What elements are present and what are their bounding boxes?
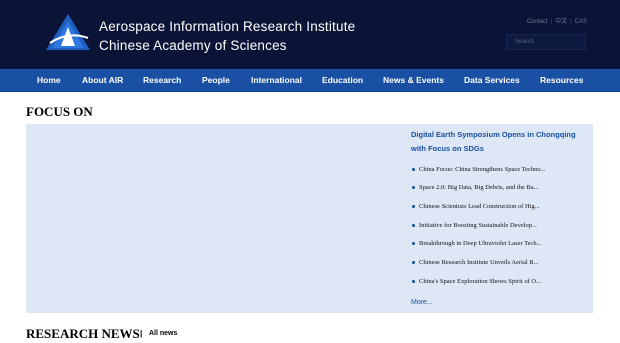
news-list-item[interactable]: Chinese Scientists Lead Construction of …: [412, 203, 540, 210]
nav-item-people[interactable]: People: [202, 69, 230, 92]
chinese-link[interactable]: 中文: [555, 19, 567, 25]
bullet-icon: [412, 205, 415, 209]
air-logo-icon[interactable]: [44, 13, 92, 51]
more-link[interactable]: More...: [411, 299, 433, 306]
nav-item-about-air[interactable]: About AIR: [82, 69, 123, 92]
nav-item-international[interactable]: International: [251, 69, 302, 92]
institute-name-line1: Aerospace Information Research Institute: [99, 19, 356, 34]
news-item-title: Initiative for Boosting Sustainable Deve…: [419, 222, 537, 229]
institute-name: Aerospace Information Research Institute…: [99, 17, 355, 55]
bullet-icon: [412, 224, 415, 228]
nav-item-resources[interactable]: Resources: [540, 69, 583, 92]
top-link-separator: |: [550, 19, 553, 25]
title-separator: |: [140, 329, 143, 338]
nav-item-news-events[interactable]: News & Events: [383, 69, 444, 92]
news-item-title: China Focus: China Strengthens Space Tec…: [419, 166, 546, 173]
research-news-title: RESEARCH NEWS: [26, 326, 140, 341]
news-item-title: Breakthrough in Deep Ultraviolet Laser T…: [419, 240, 542, 247]
bullet-icon: [412, 242, 415, 246]
bullet-icon: [412, 280, 415, 284]
news-list-item[interactable]: Space 2.0: Big Data, Big Debris, and the…: [412, 184, 539, 191]
news-list-item[interactable]: China Focus: China Strengthens Space Tec…: [412, 166, 546, 173]
site-header: Aerospace Information Research Institute…: [0, 0, 620, 69]
nav-item-research[interactable]: Research: [143, 69, 181, 92]
news-item-title: Chinese Research Institute Unveils Aeria…: [419, 259, 539, 266]
nav-item-education[interactable]: Education: [322, 69, 363, 92]
top-links: Contact | 中文 | CAS: [527, 16, 587, 25]
top-link-separator: |: [570, 19, 572, 25]
contact-link[interactable]: Contact: [527, 19, 548, 25]
news-item-title: Chinese Scientists Lead Construction of …: [419, 203, 540, 210]
search-input[interactable]: Search: [506, 34, 586, 50]
focus-headline-link[interactable]: Digital Earth Symposium Opens in Chongqi…: [411, 128, 591, 156]
nav-item-home[interactable]: Home: [37, 69, 61, 92]
bullet-icon: [412, 261, 415, 265]
news-list-item[interactable]: Chinese Research Institute Unveils Aeria…: [412, 259, 539, 266]
all-news-link[interactable]: All news: [149, 330, 177, 337]
bullet-icon: [412, 186, 415, 190]
focus-section-title: FOCUS ON: [26, 104, 93, 119]
main-nav: Home About AIR Research People Internati…: [0, 69, 620, 92]
institute-name-line2: Chinese Academy of Sciences: [99, 38, 287, 53]
news-item-title: Space 2.0: Big Data, Big Debris, and the…: [419, 184, 539, 191]
news-list-item[interactable]: Breakthrough in Deep Ultraviolet Laser T…: [412, 240, 542, 247]
bullet-icon: [412, 168, 415, 172]
news-item-title: China's Space Exploration Shows Spirit o…: [419, 278, 541, 285]
news-list-item[interactable]: Initiative for Boosting Sustainable Deve…: [412, 222, 537, 229]
news-list-item[interactable]: China's Space Exploration Shows Spirit o…: [412, 278, 541, 285]
nav-item-data-services[interactable]: Data Services: [464, 69, 520, 92]
cas-link[interactable]: CAS: [575, 19, 587, 25]
